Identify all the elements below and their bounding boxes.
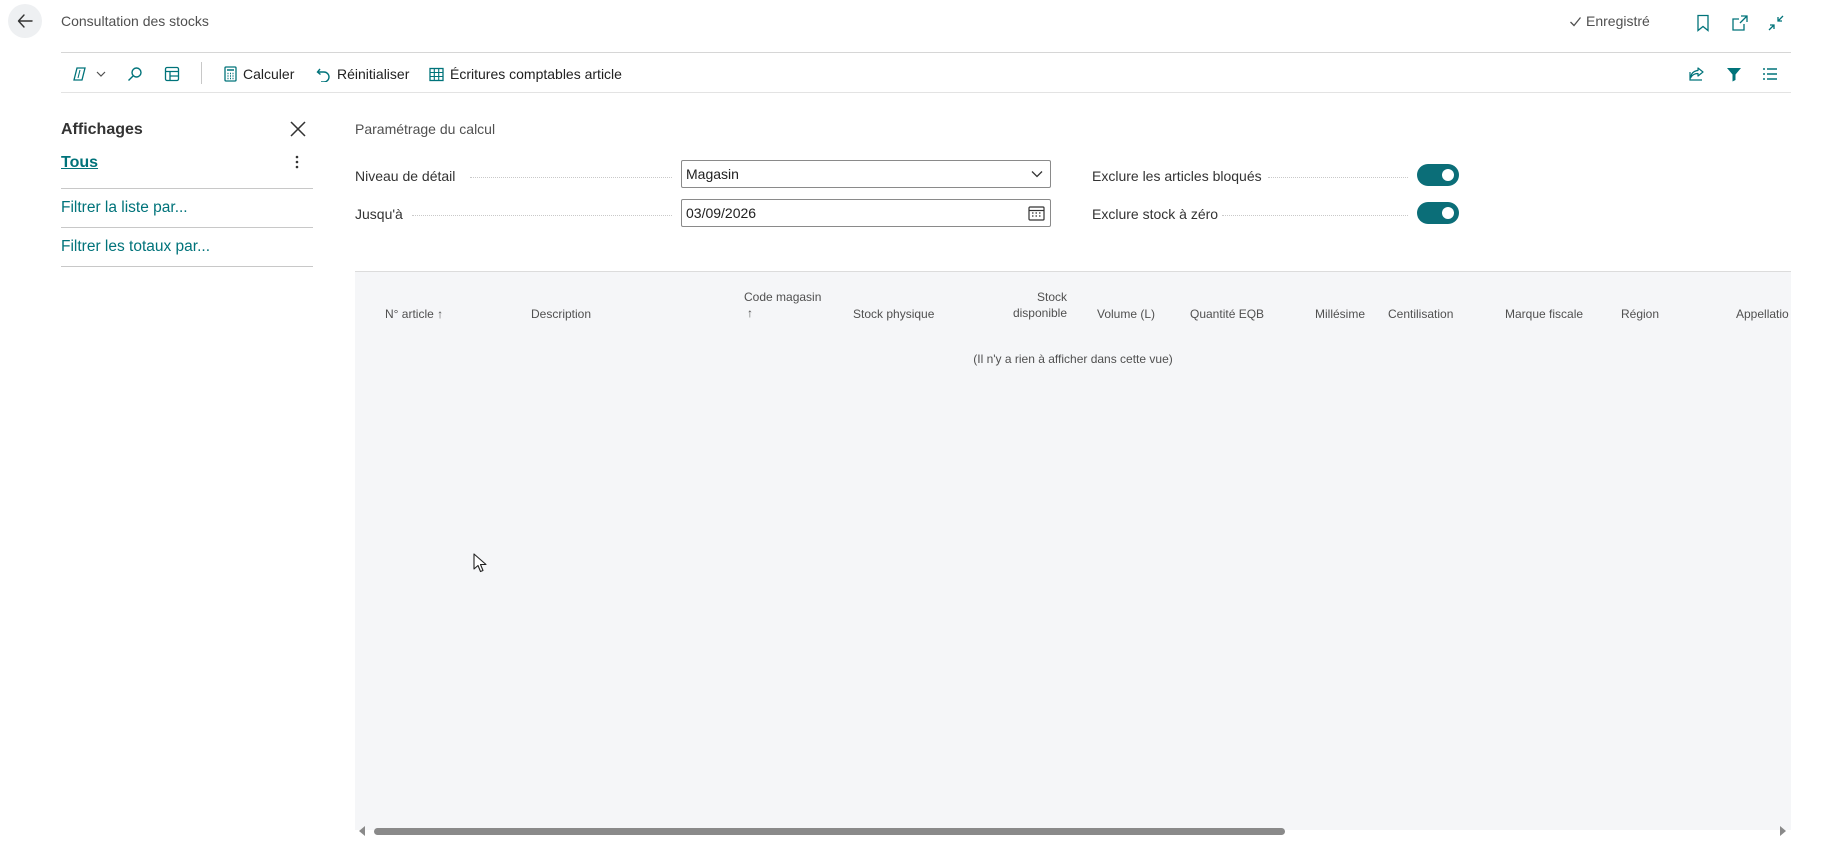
column-header-region[interactable]: Région: [1621, 306, 1659, 322]
column-header-tax-brand[interactable]: Marque fiscale: [1505, 306, 1583, 322]
detail-level-select[interactable]: Magasin: [681, 160, 1051, 188]
list-icon: [1762, 67, 1778, 81]
share-icon: [1688, 66, 1706, 82]
calendar-icon[interactable]: [1028, 205, 1045, 221]
field-leader-dots: [470, 177, 672, 178]
column-header-bottle-size[interactable]: Centilisation: [1388, 306, 1453, 322]
ledger-entries-label: Écritures comptables article: [450, 66, 622, 82]
arrow-left-icon: [16, 12, 34, 30]
field-leader-dots: [412, 215, 672, 216]
exclude-zero-label: Exclure stock à zéro: [1092, 206, 1219, 222]
chevron-down-icon: [96, 70, 106, 78]
copilot-menu-button[interactable]: [72, 62, 106, 86]
close-icon[interactable]: [287, 118, 309, 140]
chevron-down-icon: [1030, 169, 1044, 179]
views-divider: [61, 188, 313, 189]
detail-level-label: Niveau de détail: [355, 168, 456, 184]
reset-label: Réinitialiser: [337, 66, 410, 82]
exclude-blocked-label: Exclure les articles bloqués: [1092, 168, 1262, 184]
column-header-vintage[interactable]: Millésime: [1315, 306, 1365, 322]
header-divider: [61, 52, 1791, 53]
until-date-field[interactable]: 03/09/2026: [681, 199, 1051, 227]
section-title: Paramétrage du calcul: [355, 121, 496, 137]
column-header-physical-stock[interactable]: Stock physique: [853, 306, 934, 322]
exclude-blocked-toggle[interactable]: [1417, 164, 1459, 186]
open-new-window-icon[interactable]: [1729, 12, 1751, 34]
layout-button[interactable]: [164, 62, 180, 86]
filter-totals-link[interactable]: Filtrer les totaux par...: [61, 238, 210, 256]
exclude-zero-toggle[interactable]: [1417, 202, 1459, 224]
column-header-location-code[interactable]: Code magasin ↑: [744, 289, 821, 321]
view-all-link[interactable]: Tous: [61, 154, 98, 172]
scrollbar-thumb[interactable]: [374, 828, 1285, 835]
until-label: Jusqu'à: [355, 206, 403, 222]
back-button[interactable]: [8, 4, 42, 38]
checkmark-icon: [1569, 15, 1582, 28]
collapse-icon[interactable]: [1765, 12, 1787, 34]
column-header-appellation[interactable]: Appellatio: [1736, 306, 1789, 322]
until-date-value: 03/09/2026: [686, 205, 757, 221]
reset-button[interactable]: Réinitialiser: [316, 62, 409, 86]
column-header-eqb-quantity[interactable]: Quantité EQB: [1190, 306, 1264, 322]
column-header-item-no[interactable]: N° article ↑: [385, 306, 443, 322]
detail-level-value: Magasin: [686, 166, 739, 182]
copilot-icon: [72, 66, 90, 82]
share-button[interactable]: [1688, 62, 1706, 86]
calculator-icon: [224, 66, 237, 82]
search-icon: [127, 66, 143, 82]
scroll-left-arrow-icon[interactable]: [359, 826, 365, 836]
ledger-entries-button[interactable]: Écritures comptables article: [429, 62, 622, 86]
more-options-icon[interactable]: [290, 151, 304, 173]
results-grid: N° article ↑ Description Code magasin ↑ S…: [355, 271, 1791, 830]
field-leader-dots: [1268, 177, 1408, 178]
search-button[interactable]: [127, 62, 143, 86]
calculate-button[interactable]: Calculer: [224, 62, 294, 86]
column-header-description[interactable]: Description: [531, 306, 591, 322]
mouse-cursor-icon: [473, 553, 487, 573]
saved-status-label: Enregistré: [1586, 13, 1650, 29]
scroll-right-arrow-icon[interactable]: [1780, 826, 1786, 836]
views-divider: [61, 266, 313, 267]
views-pane-title: Affichages: [61, 121, 143, 138]
empty-grid-message: (Il n'y a rien à afficher dans cette vue…: [973, 352, 1173, 366]
filter-icon: [1726, 66, 1742, 82]
filter-button[interactable]: [1726, 62, 1742, 86]
field-leader-dots: [1222, 215, 1408, 216]
table-icon: [429, 67, 444, 82]
calculate-label: Calculer: [243, 66, 295, 82]
undo-icon: [316, 67, 331, 82]
page-title: Consultation des stocks: [61, 13, 209, 29]
layout-icon: [164, 66, 180, 82]
column-header-volume[interactable]: Volume (L): [1097, 306, 1155, 322]
action-bar-divider: [61, 92, 1791, 93]
list-view-button[interactable]: [1762, 62, 1778, 86]
filter-list-link[interactable]: Filtrer la liste par...: [61, 199, 188, 217]
views-divider: [61, 227, 313, 228]
bookmark-icon[interactable]: [1692, 12, 1714, 34]
saved-status: Enregistré: [1569, 13, 1650, 29]
column-header-available-stock[interactable]: Stock disponible: [987, 289, 1067, 321]
action-separator: [201, 62, 202, 84]
